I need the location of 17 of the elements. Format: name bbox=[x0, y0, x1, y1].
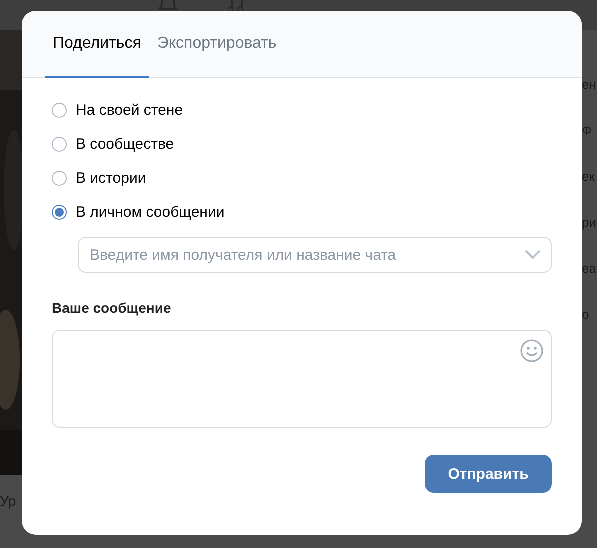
tab[interactable]: Поделиться bbox=[45, 11, 150, 78]
option-label: На своей стене bbox=[76, 102, 184, 118]
chevron-down-icon bbox=[525, 250, 541, 260]
option-label: В истории bbox=[76, 170, 146, 186]
send-button[interactable]: Отправить bbox=[425, 455, 552, 493]
radio-button[interactable] bbox=[52, 204, 67, 220]
recipient-dropdown[interactable]: Введите имя получателя или название чата bbox=[78, 237, 552, 273]
radio-button[interactable] bbox=[52, 102, 67, 118]
radio-button[interactable] bbox=[52, 170, 67, 186]
message-label: Ваше сообщение bbox=[52, 300, 172, 316]
message-field[interactable] bbox=[52, 330, 552, 428]
option-label: В личном сообщении bbox=[76, 204, 225, 220]
smiley-icon[interactable] bbox=[520, 339, 544, 363]
bell-icon[interactable] bbox=[158, 0, 178, 12]
option-label: В сообществе bbox=[76, 136, 174, 152]
tab[interactable]: Экспортировать bbox=[149, 11, 285, 78]
radio-button[interactable] bbox=[52, 136, 67, 152]
